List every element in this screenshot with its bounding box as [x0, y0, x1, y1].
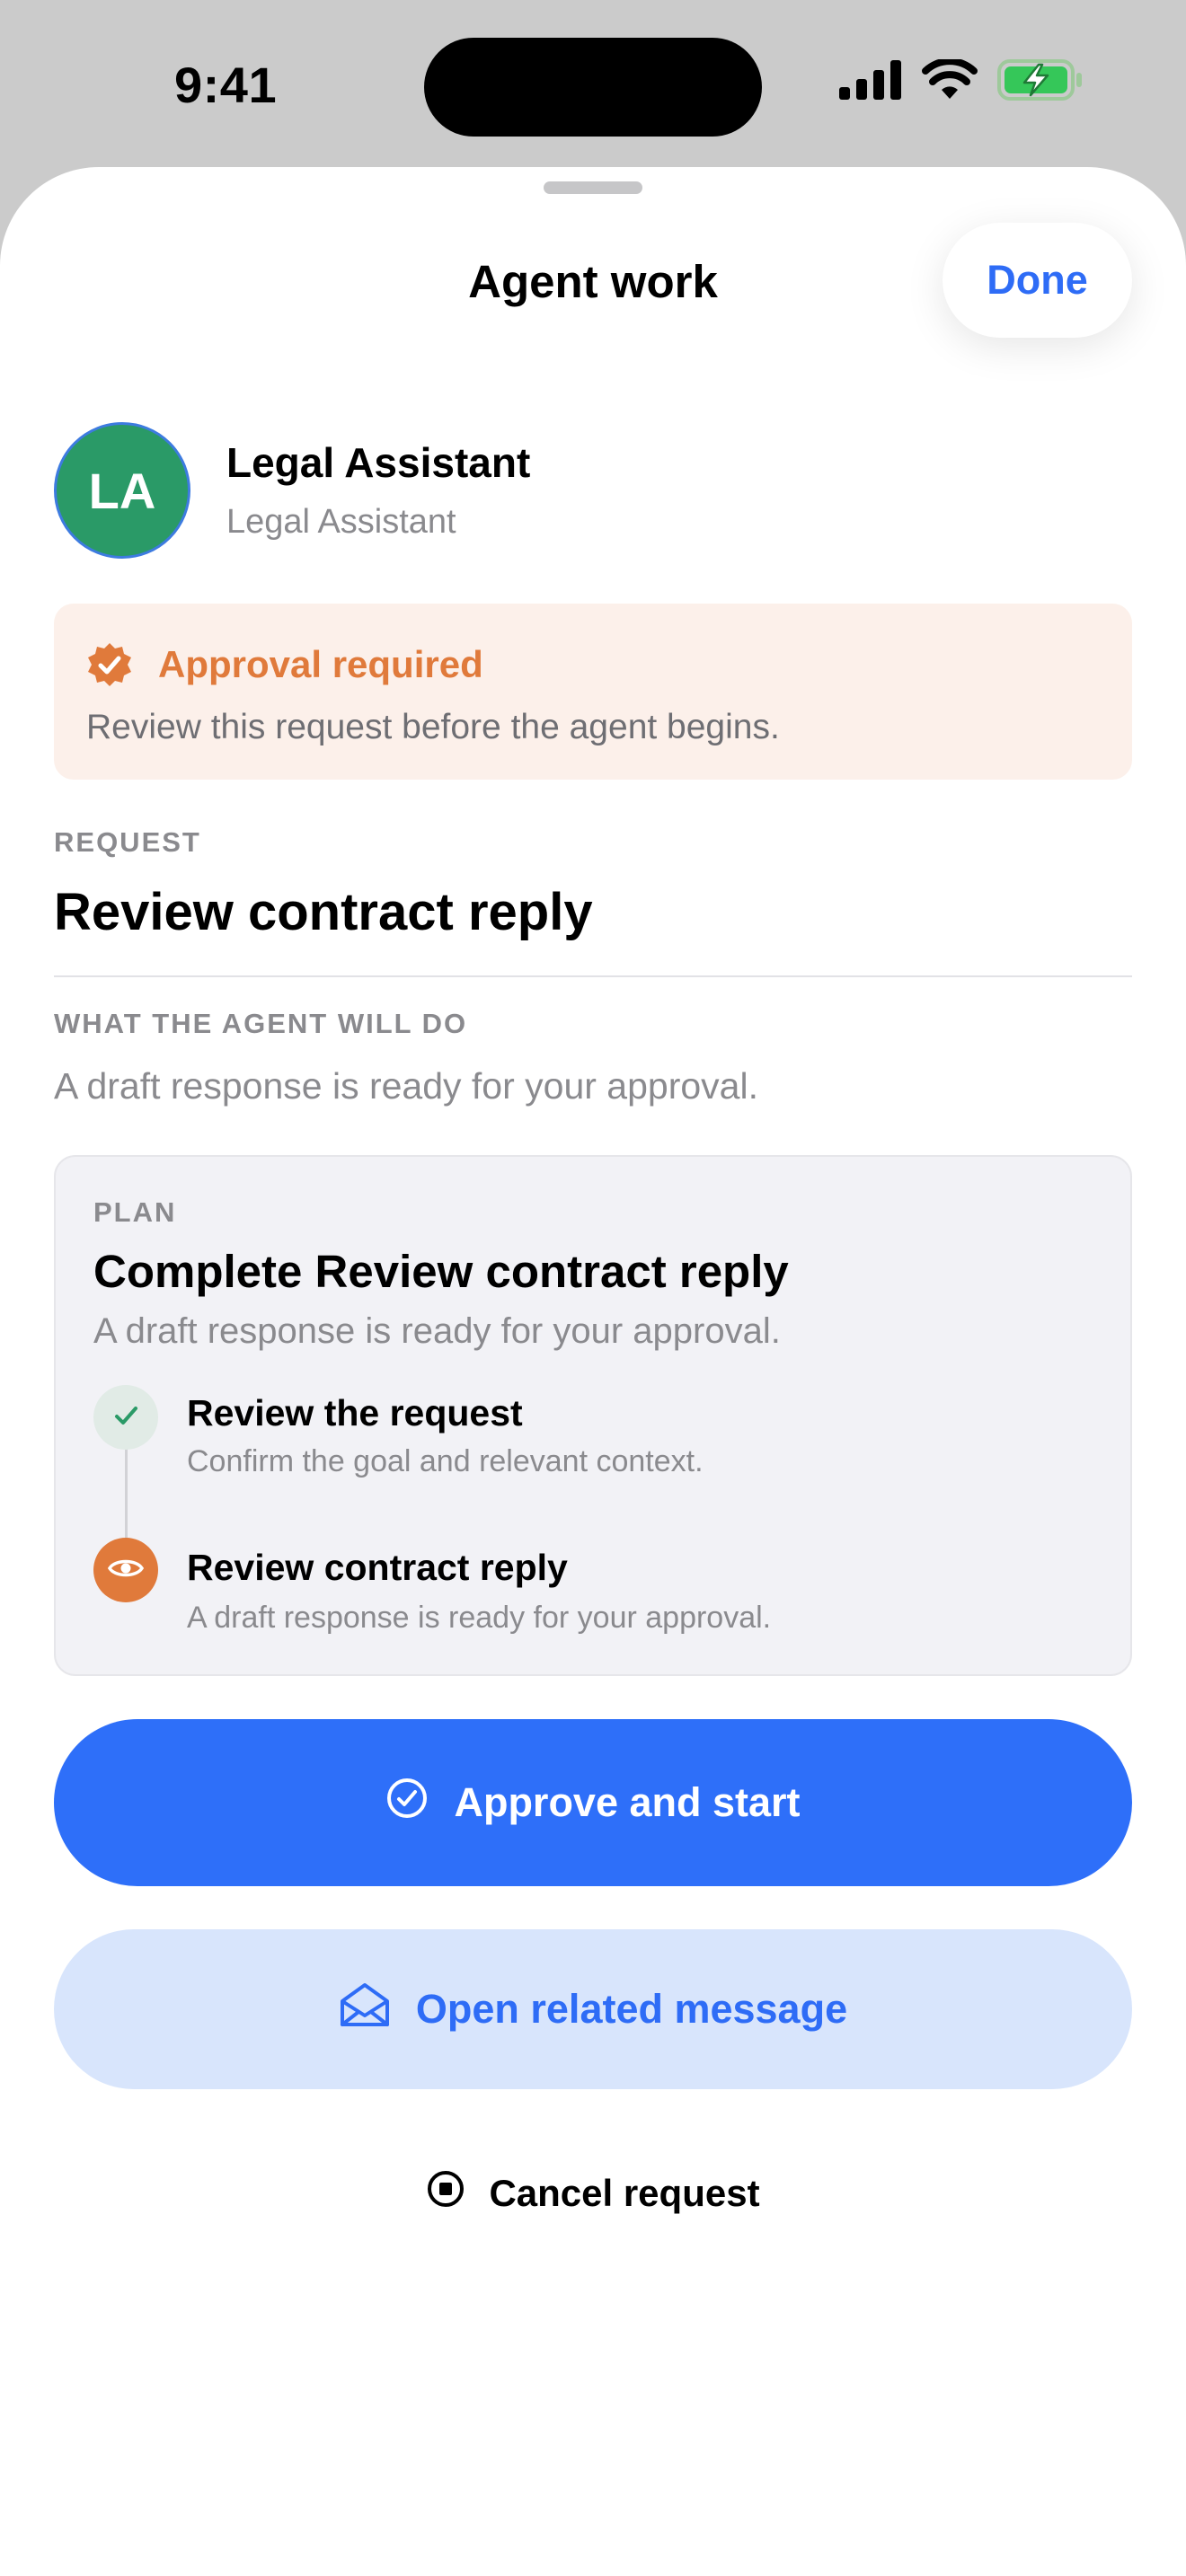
stop-circle-icon [426, 2169, 465, 2218]
plan-card: PLAN Complete Review contract reply A dr… [54, 1155, 1132, 1676]
agent-name: Legal Assistant [226, 439, 531, 486]
step-title: Review contract reply [187, 1547, 568, 1588]
request-label: REQUEST [54, 826, 201, 858]
open-envelope-icon [339, 1981, 391, 2038]
plan-label: PLAN [93, 1196, 177, 1228]
approval-text: Review this request before the agent beg… [86, 708, 780, 746]
checkmark-icon [111, 1400, 141, 1435]
agent-work-sheet: Agent work Done LA Legal Assistant Legal… [0, 167, 1186, 2576]
plan-subtitle: A draft response is ready for your appro… [93, 1311, 781, 1351]
divider [54, 975, 1132, 977]
step-description: A draft response is ready for your appro… [187, 1601, 772, 1635]
cancel-label: Cancel request [489, 2172, 760, 2214]
approve-and-start-button[interactable]: Approve and start [54, 1719, 1132, 1886]
check-circle-icon [385, 1777, 429, 1830]
battery-charging-icon [997, 58, 1084, 105]
status-time: 9:41 [174, 57, 278, 113]
request-title: Review contract reply [54, 883, 593, 941]
wifi-icon [922, 57, 978, 105]
status-icons [839, 57, 1084, 105]
done-button[interactable]: Done [943, 223, 1132, 338]
agent-role: Legal Assistant [226, 503, 456, 541]
approval-banner: Approval required Review this request be… [54, 604, 1132, 780]
eye-icon [107, 1556, 145, 1585]
open-label: Open related message [415, 1986, 848, 2032]
sheet-grabber[interactable] [544, 181, 642, 194]
cellular-signal-icon [839, 59, 902, 104]
open-related-message-button[interactable]: Open related message [54, 1929, 1132, 2089]
will-do-label: WHAT THE AGENT WILL DO [54, 1008, 468, 1039]
approval-title: Approval required [158, 643, 483, 685]
step-current-indicator [93, 1538, 158, 1602]
plan-title: Complete Review contract reply [93, 1246, 789, 1297]
verified-badge-icon [86, 641, 133, 688]
agent-avatar: LA [54, 422, 190, 559]
step-title: Review the request [187, 1392, 523, 1434]
approve-label: Approve and start [454, 1779, 801, 1825]
will-do-text: A draft response is ready for your appro… [54, 1065, 758, 1107]
step-description: Confirm the goal and relevant context. [187, 1444, 704, 1478]
step-done-indicator [93, 1385, 158, 1450]
cancel-request-button[interactable]: Cancel request [0, 2148, 1186, 2238]
dynamic-island [424, 38, 762, 137]
